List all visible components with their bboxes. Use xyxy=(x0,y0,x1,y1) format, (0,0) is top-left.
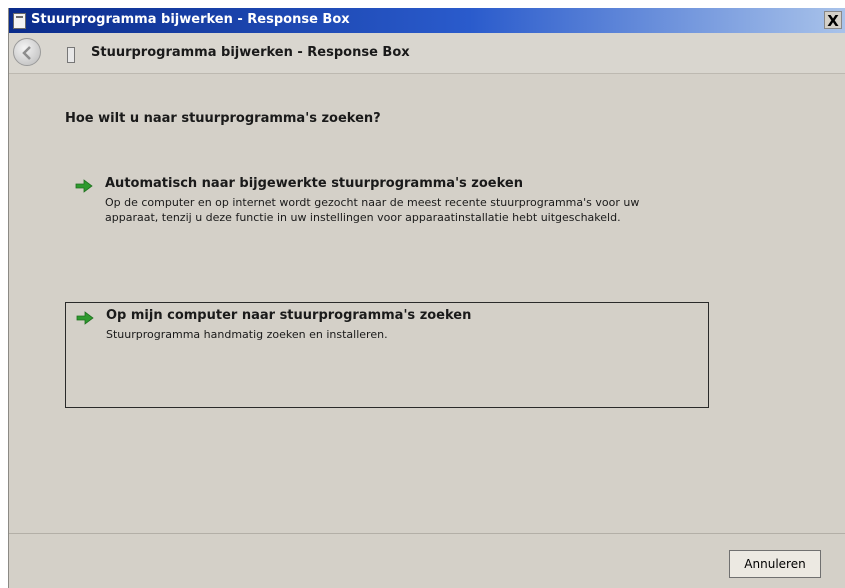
device-icon xyxy=(67,47,75,63)
option-auto-search[interactable]: Automatisch naar bijgewerkte stuurprogra… xyxy=(65,171,709,265)
back-arrow-icon xyxy=(22,46,31,60)
wizard-header: Stuurprogramma bijwerken - Response Box xyxy=(9,33,845,74)
device-icon xyxy=(13,13,26,29)
wizard-title: Stuurprogramma bijwerken - Response Box xyxy=(91,45,410,60)
green-arrow-icon xyxy=(75,179,93,193)
footer-bar: Annuleren xyxy=(9,533,845,588)
option-title: Op mijn computer naar stuurprogramma's z… xyxy=(106,308,472,323)
close-button[interactable]: X xyxy=(824,11,842,30)
window-title: Stuurprogramma bijwerken - Response Box xyxy=(31,12,350,27)
green-arrow-icon xyxy=(76,311,94,325)
option-title: Automatisch naar bijgewerkte stuurprogra… xyxy=(105,176,523,191)
option-description: Op de computer en op internet wordt gezo… xyxy=(105,196,640,224)
page-heading: Hoe wilt u naar stuurprogramma's zoeken? xyxy=(65,111,381,126)
cancel-button[interactable]: Annuleren xyxy=(729,550,821,578)
title-bar[interactable]: Stuurprogramma bijwerken - Response Box … xyxy=(9,8,845,33)
option-description: Stuurprogramma handmatig zoeken en insta… xyxy=(106,328,388,341)
dialog-window: Stuurprogramma bijwerken - Response Box … xyxy=(8,8,845,588)
back-button[interactable] xyxy=(13,38,41,66)
option-browse-computer[interactable]: Op mijn computer naar stuurprogramma's z… xyxy=(65,302,709,408)
